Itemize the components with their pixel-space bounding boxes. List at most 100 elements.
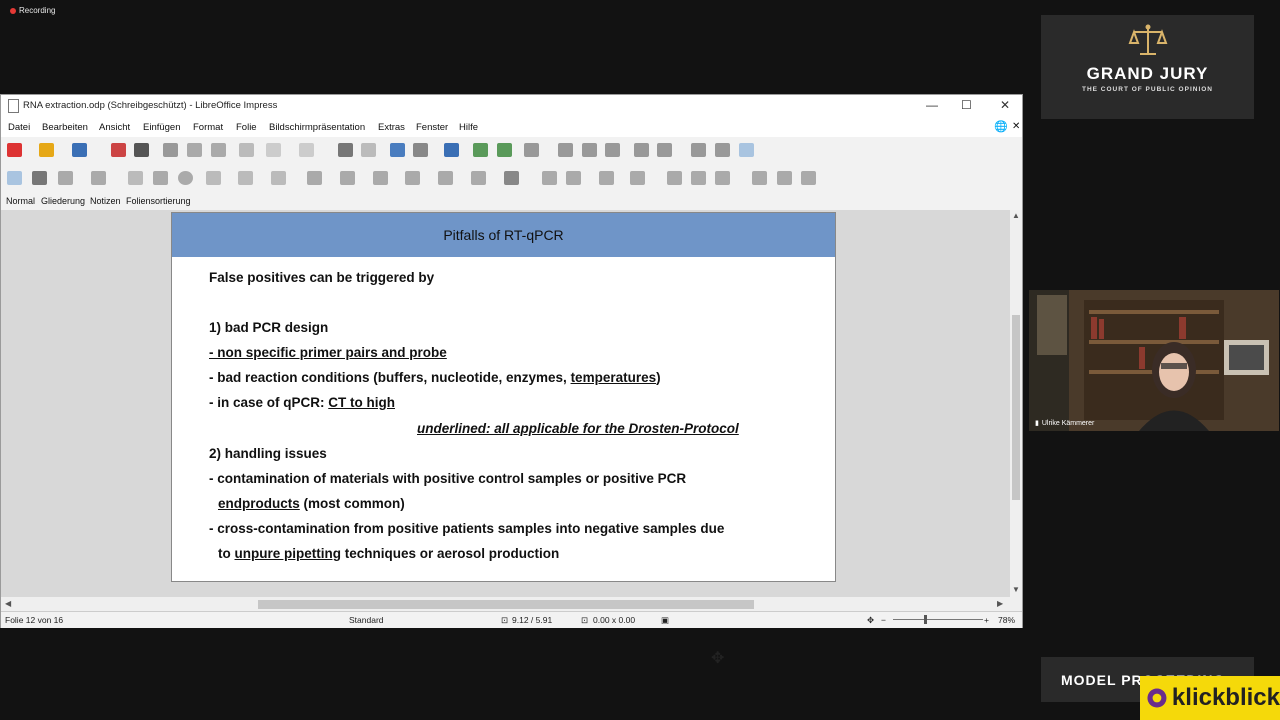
master-slide-icon[interactable] <box>444 143 459 157</box>
3d-objects-icon[interactable] <box>504 171 519 185</box>
image-icon[interactable] <box>558 143 573 157</box>
menu-fenster[interactable]: Fenster <box>416 122 448 133</box>
slide-note: underlined: all applicable for the Drost… <box>417 421 739 436</box>
menu-folie[interactable]: Folie <box>236 122 257 133</box>
scroll-right-icon[interactable]: ▶ <box>997 599 1003 608</box>
horizontal-scroll-thumb[interactable] <box>258 600 754 609</box>
scroll-left-icon[interactable]: ◀ <box>5 599 11 608</box>
participant-name: Ulrike Kämmerer <box>1041 419 1095 427</box>
align-icon[interactable] <box>566 171 581 185</box>
select-pointer-icon[interactable] <box>7 171 22 185</box>
crop-icon[interactable] <box>691 171 706 185</box>
scroll-up-icon[interactable]: ▲ <box>1012 211 1020 220</box>
close-document-icon[interactable]: ✕ <box>1012 121 1020 132</box>
curves-icon[interactable] <box>238 171 253 185</box>
lines-arrows-icon[interactable] <box>206 171 221 185</box>
callouts-icon[interactable] <box>438 171 453 185</box>
scroll-down-icon[interactable]: ▼ <box>1012 585 1020 594</box>
find-replace-icon[interactable] <box>338 143 353 157</box>
minimize-icon[interactable]: — <box>926 98 938 112</box>
start-presentation-icon[interactable] <box>473 143 488 157</box>
line-icon[interactable] <box>128 171 143 185</box>
undo-icon[interactable] <box>266 143 281 157</box>
connectors-icon[interactable] <box>271 171 286 185</box>
cut-icon[interactable] <box>163 143 178 157</box>
glue-points-icon[interactable] <box>777 171 792 185</box>
zoom-pan-icon[interactable] <box>32 171 47 185</box>
menu-bearbeiten[interactable]: Bearbeiten <box>42 122 88 133</box>
zoom-in-icon[interactable]: + <box>984 615 989 625</box>
flowchart-icon[interactable] <box>405 171 420 185</box>
hyperlink-icon[interactable] <box>715 143 730 157</box>
print-icon[interactable] <box>134 143 149 157</box>
fill-color-icon[interactable] <box>91 171 106 185</box>
note-text: underlined: all applicable for the Drost… <box>417 421 739 436</box>
tab-normal[interactable]: Normal <box>6 196 35 206</box>
close-icon[interactable]: ✕ <box>1000 98 1010 112</box>
open-icon[interactable] <box>39 143 54 157</box>
save-icon[interactable] <box>72 143 87 157</box>
copy-icon[interactable] <box>187 143 202 157</box>
clone-formatting-icon[interactable] <box>239 143 254 157</box>
display-views-icon[interactable] <box>413 143 428 157</box>
show-draw-functions-icon[interactable] <box>739 143 754 157</box>
libreoffice-window: RNA extraction.odp (Schreibgeschützt) - … <box>0 94 1023 667</box>
paste-icon[interactable] <box>211 143 226 157</box>
grid-icon[interactable] <box>390 143 405 157</box>
horizontal-scrollbar[interactable]: ◀ ▶ <box>1 597 1022 611</box>
shadow-icon[interactable] <box>667 171 682 185</box>
rectangle-icon[interactable] <box>153 171 168 185</box>
stars-icon[interactable] <box>471 171 486 185</box>
table-icon[interactable] <box>524 143 539 157</box>
symbol-shapes-icon[interactable] <box>340 171 355 185</box>
slide[interactable]: Pitfalls of RT-qPCR False positives can … <box>171 212 836 582</box>
zoom-out-icon[interactable]: − <box>881 615 886 625</box>
toggle-extrusion-icon[interactable] <box>801 171 816 185</box>
start-current-slide-icon[interactable] <box>497 143 512 157</box>
zoom-level[interactable]: 78% <box>998 615 1015 625</box>
rotate-icon[interactable] <box>542 171 557 185</box>
zoom-slider-thumb[interactable] <box>924 615 927 624</box>
line-color-icon[interactable] <box>58 171 73 185</box>
new-document-icon[interactable] <box>7 143 22 157</box>
redo-icon[interactable] <box>299 143 314 157</box>
fontwork-icon[interactable] <box>691 143 706 157</box>
tab-notizen[interactable]: Notizen <box>90 196 121 206</box>
menu-bildschirmpraesentation[interactable]: Bildschirmpräsentation <box>269 122 365 133</box>
slide-header: Pitfalls of RT-qPCR <box>172 213 835 257</box>
slide-counter: Folie 12 von 16 <box>5 615 64 625</box>
chart-icon[interactable] <box>605 143 620 157</box>
vertical-scroll-thumb[interactable] <box>1012 315 1020 500</box>
menu-hilfe[interactable]: Hilfe <box>459 122 478 133</box>
menu-format[interactable]: Format <box>193 122 223 133</box>
media-icon[interactable] <box>582 143 597 157</box>
points-icon[interactable] <box>752 171 767 185</box>
qpcr-text: - in case of qPCR: <box>209 395 329 410</box>
distribute-icon[interactable] <box>630 171 645 185</box>
filter-icon[interactable] <box>715 171 730 185</box>
layout-name[interactable]: Standard <box>349 615 384 625</box>
tab-foliensortierung[interactable]: Foliensortierung <box>126 196 191 206</box>
vertical-scrollbar[interactable]: ▲ ▼ <box>1010 210 1022 597</box>
reaction-close: ) <box>656 370 661 385</box>
logo-subtitle: THE COURT OF PUBLIC OPINION <box>1082 86 1213 93</box>
maximize-icon[interactable]: ☐ <box>961 98 972 112</box>
special-character-icon[interactable] <box>657 143 672 157</box>
reaction-text: - bad reaction conditions (buffers, nucl… <box>209 370 571 385</box>
export-pdf-icon[interactable] <box>111 143 126 157</box>
block-arrows-icon[interactable] <box>373 171 388 185</box>
menu-extras[interactable]: Extras <box>378 122 405 133</box>
ellipse-icon[interactable] <box>178 171 193 185</box>
menu-einfuegen[interactable]: Einfügen <box>143 122 181 133</box>
fit-slide-icon[interactable]: ✥ <box>867 615 874 626</box>
arrange-icon[interactable] <box>599 171 614 185</box>
spelling-icon[interactable] <box>361 143 376 157</box>
tab-gliederung[interactable]: Gliederung <box>41 196 85 206</box>
text-box-icon[interactable] <box>634 143 649 157</box>
menu-ansicht[interactable]: Ansicht <box>99 122 130 133</box>
globe-icon[interactable]: 🌐 <box>994 120 1008 133</box>
zoom-slider[interactable] <box>893 619 983 620</box>
menu-datei[interactable]: Datei <box>8 122 30 133</box>
status-bar: Folie 12 von 16 Standard ⊡ 9.12 / 5.91 ⊡… <box>1 611 1022 628</box>
basic-shapes-icon[interactable] <box>307 171 322 185</box>
